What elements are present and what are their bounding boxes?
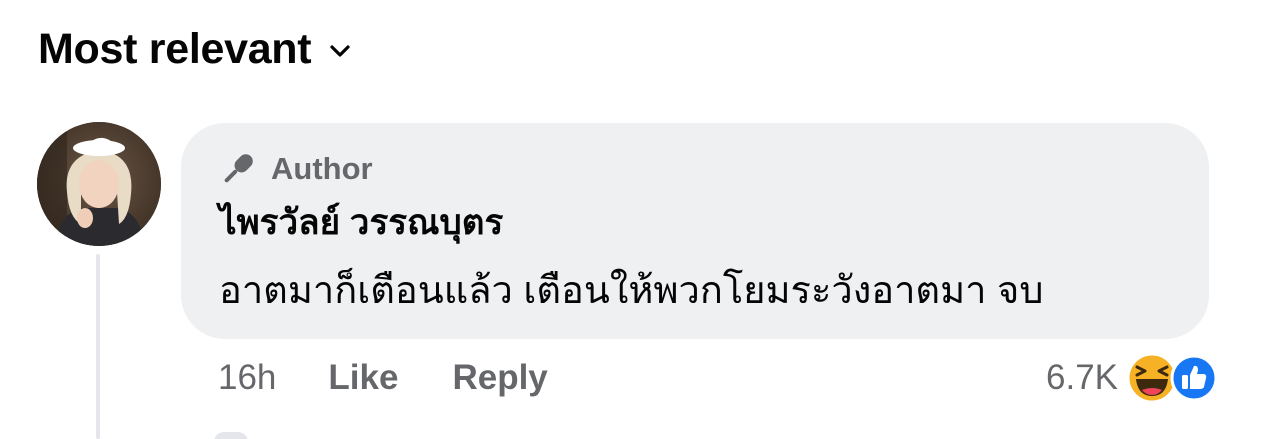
microphone-icon [219,149,257,189]
reaction-icons [1126,352,1226,404]
commenter-name[interactable]: ไพรวัลย์ วรรณบุตร [219,201,503,245]
sort-label: Most relevant [38,25,312,73]
sort-dropdown[interactable]: Most relevant [38,22,351,76]
next-comment-avatar [214,432,248,439]
author-badge-label: Author [271,151,373,186]
chevron-down-icon [329,43,351,59]
comment-timestamp[interactable]: 16h [218,356,276,400]
reply-button[interactable]: Reply [452,356,547,400]
commenter-avatar[interactable] [37,122,161,246]
reaction-summary[interactable]: 6.7K [1046,352,1226,404]
like-button[interactable]: Like [328,356,398,400]
comment-text: อาตมาก็เตือนแล้ว เตือนให้พวกโยมระวังอาตม… [219,270,1044,312]
comment-actions: 16h Like Reply [218,356,602,400]
reply-thread-line [96,254,100,439]
author-badge: Author [219,149,373,189]
comments-section: Most relevant Author ไพรวัลย์ วรรณบุตร อ… [0,0,1280,439]
comment-bubble: Author ไพรวัลย์ วรรณบุตร อาตมาก็เตือนแล้… [181,123,1209,339]
like-icon [1170,354,1218,402]
reaction-count: 6.7K [1046,358,1118,397]
